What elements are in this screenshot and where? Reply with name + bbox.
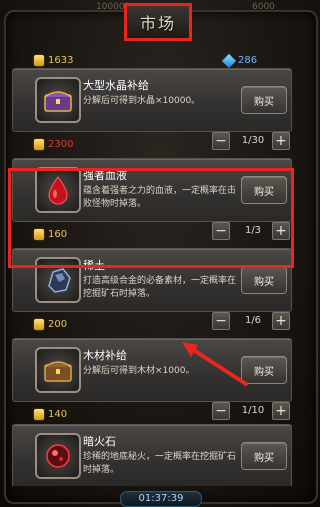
- item-description: 打造高级合金的必备素材，一定概率在挖掘矿石时掉落。: [83, 276, 237, 299]
- item-price: 140: [34, 404, 67, 423]
- item-purchase-row: 140 − 1/10 +: [18, 402, 290, 422]
- gold-coin-icon: [34, 319, 44, 330]
- item-purchase-row: 200 − 1/6 +: [18, 312, 290, 332]
- gem-icon: [221, 53, 237, 68]
- item-description: 珍稀的地底秘火，一定概率在挖掘矿石时掉落。: [83, 452, 237, 475]
- item-name: 强者血液: [83, 169, 127, 182]
- quantity-display: 1/30: [241, 135, 265, 146]
- decrease-qty-button[interactable]: −: [212, 132, 230, 150]
- quantity-display: 1/3: [244, 225, 262, 236]
- page-title: 市场: [139, 14, 176, 33]
- list-item: 稀土 打造高级合金的必备素材，一定概率在挖掘矿石时掉落。 购买 200 − 1/…: [12, 248, 308, 338]
- crystal-chest-icon: [35, 77, 81, 123]
- gold-balance: 1633: [34, 50, 73, 69]
- gem-balance: 286: [221, 50, 258, 69]
- item-card: 稀土 打造高级合金的必备素材，一定概率在挖掘矿石时掉落。 购买: [12, 248, 292, 312]
- gold-amount: 1633: [48, 55, 74, 66]
- buy-button[interactable]: 购买: [241, 442, 287, 470]
- increase-qty-button[interactable]: +: [272, 222, 290, 240]
- gold-coin-icon: [34, 409, 44, 420]
- buy-button[interactable]: 购买: [241, 266, 287, 294]
- item-purchase-row: 2300 − 1/30 +: [18, 132, 290, 152]
- increase-qty-button[interactable]: +: [272, 132, 290, 150]
- list-item: 暗火石 珍稀的地底秘火，一定概率在挖掘矿石时掉落。 购买: [12, 424, 308, 486]
- market-title-plate: 市场: [124, 3, 192, 41]
- item-description: 分解后可得到水晶×10000。: [83, 96, 201, 106]
- decrease-qty-button[interactable]: −: [212, 402, 230, 420]
- item-card: 木材补给 分解后可得到木材×1000。 购买: [12, 338, 292, 402]
- price-value: 140: [48, 409, 68, 420]
- decrease-qty-button[interactable]: −: [212, 312, 230, 330]
- item-purchase-row: 160 − 1/3 +: [18, 222, 290, 242]
- item-name: 暗火石: [83, 435, 116, 448]
- gold-coin-icon: [34, 229, 44, 240]
- gold-coin-icon: [34, 55, 44, 66]
- item-card: 强者血液 蕴含着强者之力的血液，一定概率在击败怪物时掉落。 购买: [12, 158, 292, 222]
- item-card: 暗火石 珍稀的地底秘火，一定概率在挖掘矿石时掉落。 购买: [12, 424, 292, 486]
- item-description: 分解后可得到木材×1000。: [83, 366, 195, 376]
- list-item: 强者血液 蕴含着强者之力的血液，一定概率在击败怪物时掉落。 购买 160 − 1…: [12, 158, 308, 248]
- wood-chest-icon: [35, 347, 81, 393]
- list-item: 木材补给 分解后可得到木材×1000。 购买 140 − 1/10 +: [12, 338, 308, 428]
- item-name: 稀土: [83, 259, 105, 272]
- increase-qty-button[interactable]: +: [272, 312, 290, 330]
- price-value: 200: [48, 319, 68, 330]
- quantity-display: 1/10: [241, 405, 265, 416]
- item-price: 160: [34, 224, 67, 243]
- buy-button[interactable]: 购买: [241, 356, 287, 384]
- price-value: 160: [48, 229, 68, 240]
- decrease-qty-button[interactable]: −: [212, 222, 230, 240]
- item-description: 蕴含着强者之力的血液，一定概率在击败怪物时掉落。: [83, 186, 237, 209]
- market-item-list[interactable]: 大型水晶补给 分解后可得到水晶×10000。 购买 2300 − 1/30 + …: [12, 68, 308, 486]
- item-price: 200: [34, 314, 67, 333]
- dark-fire-stone-icon: [35, 433, 81, 479]
- item-name: 大型水晶补给: [83, 79, 149, 92]
- blood-drop-icon: [35, 167, 81, 213]
- price-value: 2300: [48, 139, 74, 150]
- increase-qty-button[interactable]: +: [272, 402, 290, 420]
- item-price: 2300: [34, 134, 73, 153]
- buy-button[interactable]: 购买: [241, 86, 287, 114]
- buy-button[interactable]: 购买: [241, 176, 287, 204]
- item-name: 木材补给: [83, 349, 127, 362]
- rare-earth-ore-icon: [35, 257, 81, 303]
- gem-amount: 286: [238, 55, 258, 66]
- quantity-display: 1/6: [244, 315, 262, 326]
- item-card: 大型水晶补给 分解后可得到水晶×10000。 购买: [12, 68, 292, 132]
- currency-bar: 1633 286: [12, 48, 308, 68]
- gold-coin-icon: [34, 139, 44, 150]
- clock-display: 01:37:39: [120, 491, 202, 507]
- ghost-counter-right: 6000: [252, 2, 275, 12]
- list-item: 大型水晶补给 分解后可得到水晶×10000。 购买 2300 − 1/30 +: [12, 68, 308, 158]
